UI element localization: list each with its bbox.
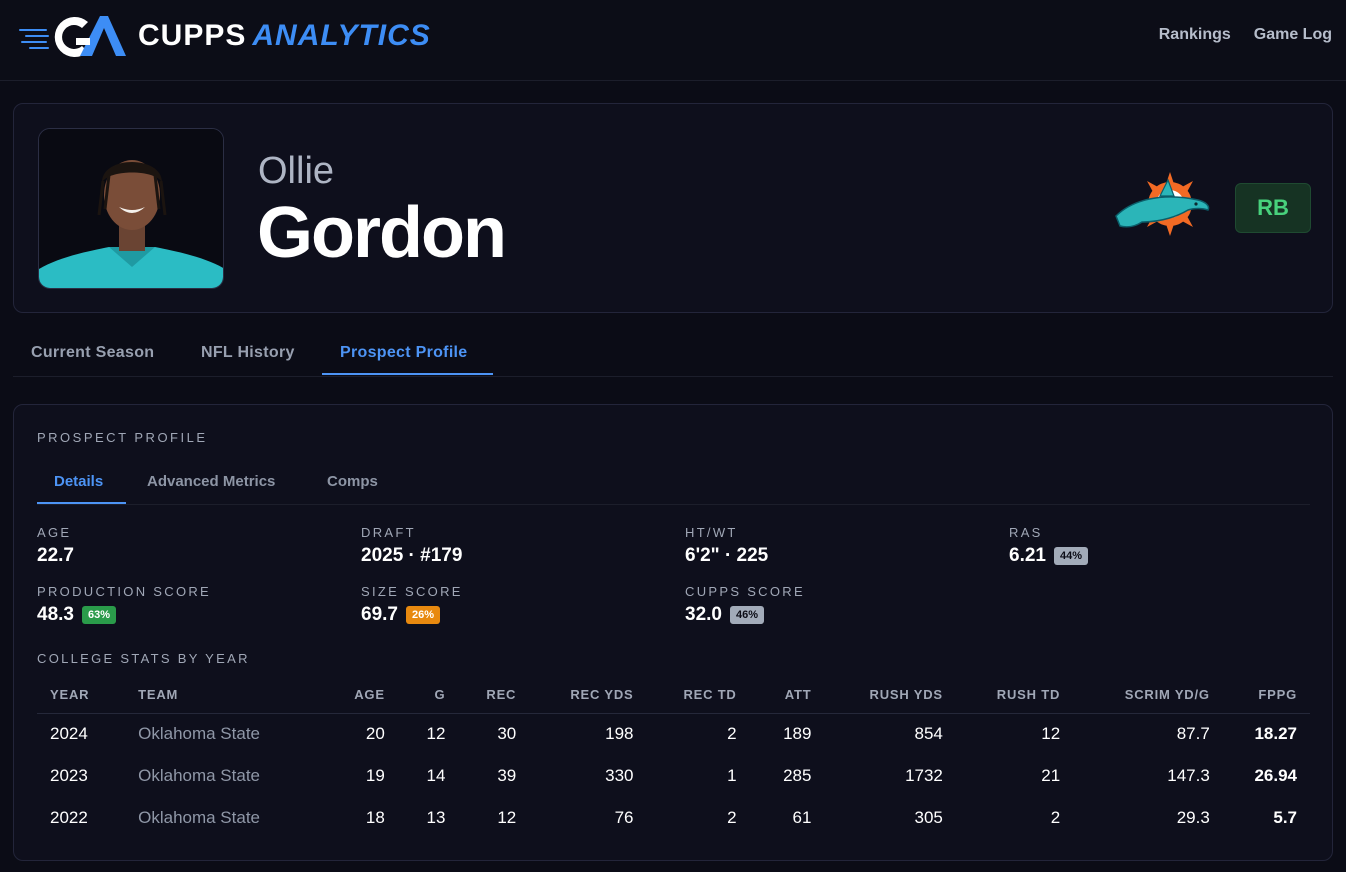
player-last-name: Gordon bbox=[257, 193, 507, 273]
ca-speed-logo-icon bbox=[19, 16, 126, 58]
stat-htwt-value: 6'2" · 225 bbox=[685, 545, 769, 566]
section-title: PROSPECT PROFILE bbox=[37, 430, 208, 445]
prospect-profile-card: PROSPECT PROFILE Details Advanced Metric… bbox=[13, 404, 1333, 861]
college-stats-title: COLLEGE STATS BY YEAR bbox=[37, 651, 250, 666]
percentile-badge: 26% bbox=[405, 606, 441, 624]
tab-prospect-profile[interactable]: Prospect Profile bbox=[340, 344, 468, 362]
active-tab-indicator bbox=[322, 373, 493, 375]
stat-age: AGE 22.7 bbox=[37, 525, 74, 566]
column-header[interactable]: ATT bbox=[736, 677, 812, 714]
table-header-row: YEAR TEAM AGE G REC REC YDS REC TD ATT R… bbox=[37, 677, 1310, 714]
nav-link-game-log[interactable]: Game Log bbox=[1254, 26, 1332, 44]
top-bar: CUPPS ANALYTICS Rankings Game Log bbox=[0, 0, 1346, 81]
column-header[interactable]: REC YDS bbox=[516, 677, 634, 714]
table-row: 2022 Oklahoma State 18 13 12 76 2 61 305… bbox=[50, 808, 1297, 827]
percentile-badge: 44% bbox=[1053, 547, 1089, 565]
stat-ras-value: 6.21 bbox=[1009, 545, 1046, 566]
stat-age-value: 22.7 bbox=[37, 545, 74, 566]
top-nav: Rankings Game Log bbox=[1159, 26, 1332, 44]
brand-name: CUPPS ANALYTICS bbox=[138, 19, 431, 52]
player-headshot bbox=[38, 128, 224, 289]
subtab-comps[interactable]: Comps bbox=[327, 473, 378, 490]
stat-ras: RAS 6.21 44% bbox=[1009, 525, 1089, 567]
stat-draft: DRAFT 2025 · #179 bbox=[361, 525, 463, 566]
percentile-badge: 63% bbox=[81, 606, 117, 624]
column-header[interactable]: SCRIM YD/G bbox=[1060, 677, 1210, 714]
college-stats-table: YEAR TEAM AGE G REC REC YDS REC TD ATT R… bbox=[37, 677, 1310, 839]
column-header[interactable]: REC bbox=[445, 677, 517, 714]
subtab-details[interactable]: Details bbox=[54, 473, 103, 490]
player-first-name: Ollie bbox=[258, 150, 335, 192]
percentile-badge: 46% bbox=[729, 606, 765, 624]
stat-production-score: PRODUCTION SCORE 48.3 63% bbox=[37, 584, 212, 625]
player-hero-card: Ollie Gordon RB bbox=[13, 103, 1333, 313]
stat-production-value: 48.3 bbox=[37, 604, 74, 625]
dolphins-logo-icon bbox=[1112, 166, 1212, 248]
stat-size-score: SIZE SCORE 69.7 26% bbox=[361, 584, 463, 625]
column-header[interactable]: RUSH YDS bbox=[811, 677, 943, 714]
column-header[interactable]: G bbox=[384, 677, 446, 714]
brand-logo[interactable]: CUPPS ANALYTICS bbox=[18, 10, 431, 62]
stat-height-weight: HT/WT 6'2" · 225 bbox=[685, 525, 769, 566]
column-header[interactable]: AGE bbox=[320, 677, 385, 714]
stat-cupps-value: 32.0 bbox=[685, 604, 722, 625]
profile-subtabs: Details Advanced Metrics Comps bbox=[37, 469, 1310, 505]
column-header[interactable]: TEAM bbox=[138, 677, 321, 714]
table-row: 2023 Oklahoma State 19 14 39 330 1 285 1… bbox=[50, 766, 1297, 785]
main-tabs: Current Season NFL History Prospect Prof… bbox=[13, 330, 1333, 377]
tab-nfl-history[interactable]: NFL History bbox=[201, 344, 295, 362]
stat-size-value: 69.7 bbox=[361, 604, 398, 625]
subtab-advanced-metrics[interactable]: Advanced Metrics bbox=[147, 473, 275, 490]
stat-draft-value: 2025 · #179 bbox=[361, 545, 463, 566]
nav-link-rankings[interactable]: Rankings bbox=[1159, 26, 1231, 44]
table-row: 2024 Oklahoma State 20 12 30 198 2 189 8… bbox=[50, 724, 1297, 744]
tab-current-season[interactable]: Current Season bbox=[31, 344, 154, 362]
column-header[interactable]: YEAR bbox=[37, 677, 139, 714]
column-header[interactable]: RUSH TD bbox=[942, 677, 1061, 714]
active-subtab-indicator bbox=[37, 502, 126, 504]
position-badge: RB bbox=[1235, 183, 1311, 233]
stat-cupps-score: CUPPS SCORE 32.0 46% bbox=[685, 584, 805, 625]
column-header[interactable]: FPPG bbox=[1209, 677, 1310, 714]
column-header[interactable]: REC TD bbox=[633, 677, 737, 714]
